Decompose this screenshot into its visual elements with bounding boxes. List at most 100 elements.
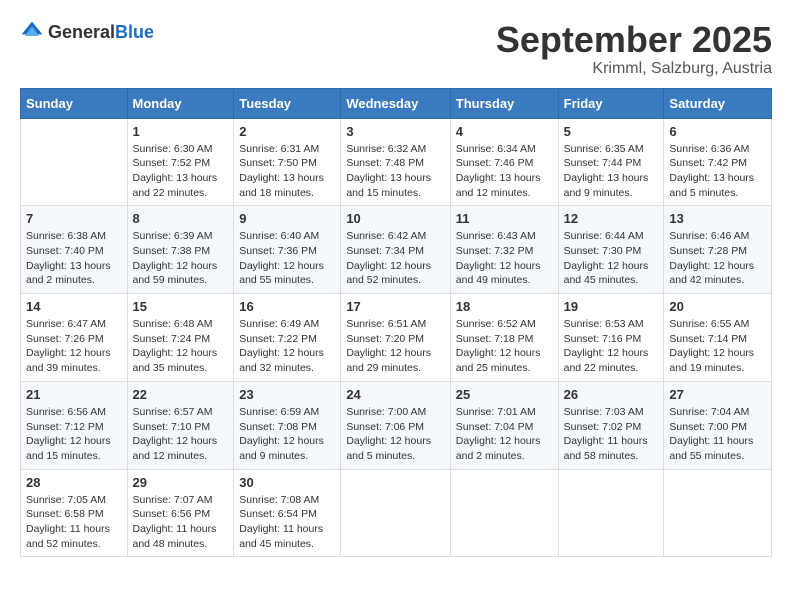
calendar-cell (341, 469, 450, 557)
day-info: Sunrise: 6:40 AMSunset: 7:36 PMDaylight:… (239, 229, 335, 288)
calendar-cell: 21 Sunrise: 6:56 AMSunset: 7:12 PMDayligh… (21, 381, 128, 469)
day-number: 23 (239, 387, 335, 402)
calendar-cell: 17Sunrise: 6:51 AMSunset: 7:20 PMDayligh… (341, 294, 450, 382)
logo-text-blue: Blue (115, 23, 154, 41)
day-info: Sunrise: 6:55 AMSunset: 7:14 PMDaylight:… (669, 317, 766, 376)
day-info: Sunrise: 6:43 AMSunset: 7:32 PMDaylight:… (456, 229, 553, 288)
calendar-cell: 26Sunrise: 7:03 AMSunset: 7:02 PMDayligh… (558, 381, 664, 469)
calendar-cell: 11 Sunrise: 6:43 AMSunset: 7:32 PMDayligh… (450, 206, 558, 294)
calendar-cell: 25 Sunrise: 7:01 AMSunset: 7:04 PMDayligh… (450, 381, 558, 469)
calendar-week-2: 7Sunrise: 6:38 AMSunset: 7:40 PMDaylight… (21, 206, 772, 294)
day-number: 26 (564, 387, 659, 402)
calendar-cell: 9 Sunrise: 6:40 AMSunset: 7:36 PMDaylight… (234, 206, 341, 294)
day-number: 21 (26, 387, 122, 402)
day-info: Sunrise: 6:44 AMSunset: 7:30 PMDaylight:… (564, 229, 659, 288)
day-info: Sunrise: 6:47 AMSunset: 7:26 PMDaylight:… (26, 317, 122, 376)
day-info: Sunrise: 6:53 AMSunset: 7:16 PMDaylight:… (564, 317, 659, 376)
day-info: Sunrise: 6:34 AMSunset: 7:46 PMDaylight:… (456, 142, 553, 201)
month-title: September 2025 (496, 20, 772, 60)
calendar-week-1: 1 Sunrise: 6:30 AMSunset: 7:52 PMDaylight… (21, 118, 772, 206)
day-number: 6 (669, 124, 766, 139)
day-number: 28 (26, 475, 122, 490)
day-number: 14 (26, 299, 122, 314)
calendar-cell (664, 469, 772, 557)
calendar-cell: 3 Sunrise: 6:32 AMSunset: 7:48 PMDaylight… (341, 118, 450, 206)
day-number: 24 (346, 387, 444, 402)
day-number: 5 (564, 124, 659, 139)
calendar-cell: 13 Sunrise: 6:46 AMSunset: 7:28 PMDayligh… (664, 206, 772, 294)
calendar-cell: 24 Sunrise: 7:00 AMSunset: 7:06 PMDayligh… (341, 381, 450, 469)
day-info: Sunrise: 6:35 AMSunset: 7:44 PMDaylight:… (564, 142, 659, 201)
day-info: Sunrise: 6:46 AMSunset: 7:28 PMDaylight:… (669, 229, 766, 288)
calendar-cell: 28 Sunrise: 7:05 AMSunset: 6:58 PMDayligh… (21, 469, 128, 557)
title-section: September 2025 Krimml, Salzburg, Austria (496, 20, 772, 78)
logo-text-general: General (48, 23, 115, 41)
calendar-cell: 4Sunrise: 6:34 AMSunset: 7:46 PMDaylight… (450, 118, 558, 206)
day-info: Sunrise: 7:08 AMSunset: 6:54 PMDaylight:… (239, 493, 335, 552)
day-number: 12 (564, 211, 659, 226)
calendar-cell: 7Sunrise: 6:38 AMSunset: 7:40 PMDaylight… (21, 206, 128, 294)
calendar-cell: 30 Sunrise: 7:08 AMSunset: 6:54 PMDayligh… (234, 469, 341, 557)
day-number: 11 (456, 211, 553, 226)
calendar-cell: 22 Sunrise: 6:57 AMSunset: 7:10 PMDayligh… (127, 381, 234, 469)
calendar-cell: 2Sunrise: 6:31 AMSunset: 7:50 PMDaylight… (234, 118, 341, 206)
day-number: 1 (133, 124, 229, 139)
calendar-week-5: 28 Sunrise: 7:05 AMSunset: 6:58 PMDayligh… (21, 469, 772, 557)
col-tuesday: Tuesday (234, 88, 341, 118)
calendar-cell (21, 118, 128, 206)
day-info: Sunrise: 6:56 AMSunset: 7:12 PMDaylight:… (26, 405, 122, 464)
day-number: 25 (456, 387, 553, 402)
day-info: Sunrise: 6:49 AMSunset: 7:22 PMDaylight:… (239, 317, 335, 376)
day-info: Sunrise: 6:57 AMSunset: 7:10 PMDaylight:… (133, 405, 229, 464)
day-number: 13 (669, 211, 766, 226)
calendar-cell: 15 Sunrise: 6:48 AMSunset: 7:24 PMDayligh… (127, 294, 234, 382)
day-info: Sunrise: 6:32 AMSunset: 7:48 PMDaylight:… (346, 142, 444, 201)
day-info: Sunrise: 6:39 AMSunset: 7:38 PMDaylight:… (133, 229, 229, 288)
day-number: 15 (133, 299, 229, 314)
calendar-cell (558, 469, 664, 557)
calendar-cell: 19 Sunrise: 6:53 AMSunset: 7:16 PMDayligh… (558, 294, 664, 382)
calendar-cell: 20 Sunrise: 6:55 AMSunset: 7:14 PMDayligh… (664, 294, 772, 382)
calendar-cell: 29 Sunrise: 7:07 AMSunset: 6:56 PMDayligh… (127, 469, 234, 557)
calendar-header-row: Sunday Monday Tuesday Wednesday Thursday… (21, 88, 772, 118)
calendar-cell (450, 469, 558, 557)
day-number: 29 (133, 475, 229, 490)
calendar-cell: 23 Sunrise: 6:59 AMSunset: 7:08 PMDayligh… (234, 381, 341, 469)
day-number: 30 (239, 475, 335, 490)
calendar-cell: 5 Sunrise: 6:35 AMSunset: 7:44 PMDaylight… (558, 118, 664, 206)
logo-icon (20, 20, 44, 44)
day-info: Sunrise: 6:30 AMSunset: 7:52 PMDaylight:… (133, 142, 229, 201)
day-info: Sunrise: 6:52 AMSunset: 7:18 PMDaylight:… (456, 317, 553, 376)
day-info: Sunrise: 6:59 AMSunset: 7:08 PMDaylight:… (239, 405, 335, 464)
day-number: 20 (669, 299, 766, 314)
day-info: Sunrise: 7:01 AMSunset: 7:04 PMDaylight:… (456, 405, 553, 464)
col-thursday: Thursday (450, 88, 558, 118)
day-info: Sunrise: 6:36 AMSunset: 7:42 PMDaylight:… (669, 142, 766, 201)
day-number: 18 (456, 299, 553, 314)
col-friday: Friday (558, 88, 664, 118)
logo: General Blue (20, 20, 154, 44)
col-wednesday: Wednesday (341, 88, 450, 118)
day-number: 27 (669, 387, 766, 402)
day-number: 10 (346, 211, 444, 226)
col-monday: Monday (127, 88, 234, 118)
day-number: 8 (133, 211, 229, 226)
calendar-cell: 14 Sunrise: 6:47 AMSunset: 7:26 PMDayligh… (21, 294, 128, 382)
day-number: 22 (133, 387, 229, 402)
day-info: Sunrise: 6:42 AMSunset: 7:34 PMDaylight:… (346, 229, 444, 288)
location-title: Krimml, Salzburg, Austria (496, 60, 772, 78)
day-number: 7 (26, 211, 122, 226)
day-info: Sunrise: 7:07 AMSunset: 6:56 PMDaylight:… (133, 493, 229, 552)
calendar-cell: 1 Sunrise: 6:30 AMSunset: 7:52 PMDaylight… (127, 118, 234, 206)
calendar-week-3: 14 Sunrise: 6:47 AMSunset: 7:26 PMDayligh… (21, 294, 772, 382)
day-info: Sunrise: 7:05 AMSunset: 6:58 PMDaylight:… (26, 493, 122, 552)
day-number: 19 (564, 299, 659, 314)
day-number: 9 (239, 211, 335, 226)
day-number: 16 (239, 299, 335, 314)
day-info: Sunrise: 6:48 AMSunset: 7:24 PMDaylight:… (133, 317, 229, 376)
day-info: Sunrise: 7:00 AMSunset: 7:06 PMDaylight:… (346, 405, 444, 464)
day-number: 3 (346, 124, 444, 139)
day-number: 2 (239, 124, 335, 139)
calendar-week-4: 21 Sunrise: 6:56 AMSunset: 7:12 PMDayligh… (21, 381, 772, 469)
page-header: General Blue September 2025 Krimml, Salz… (20, 20, 772, 78)
